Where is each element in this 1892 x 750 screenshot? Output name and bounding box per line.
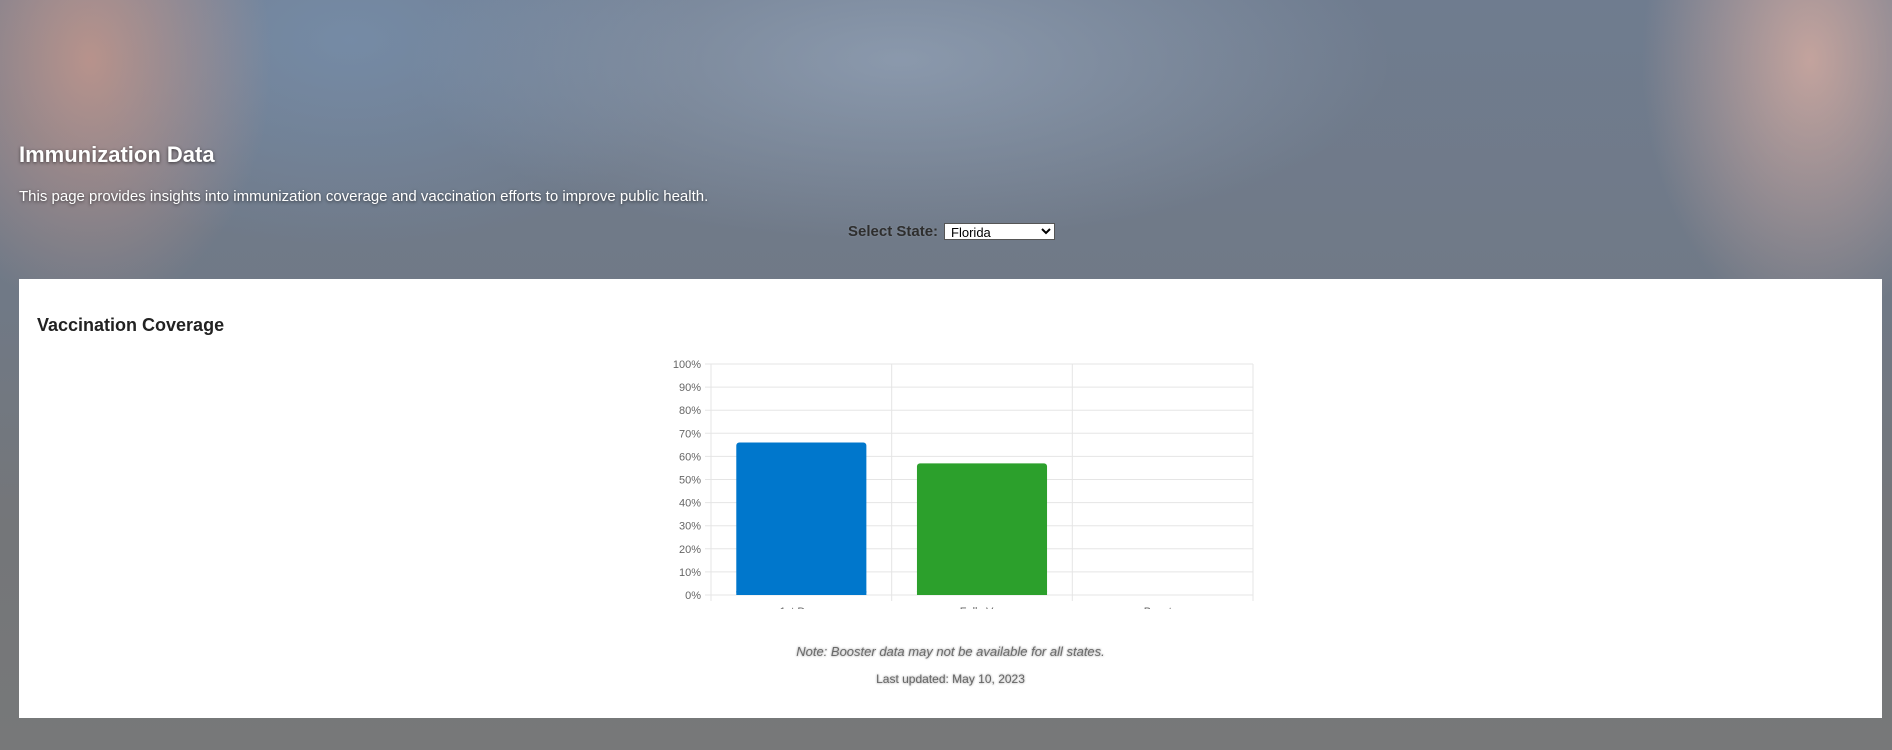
y-tick-label: 10% (679, 567, 701, 579)
y-tick-label: 0% (685, 590, 701, 602)
booster-note: Note: Booster data may not be available … (796, 644, 1105, 659)
page-title: Immunization Data (19, 142, 215, 167)
y-tick-label: 20% (679, 544, 701, 556)
y-tick-label: 50% (679, 475, 701, 487)
page-description: This page provides insights into immuniz… (19, 188, 709, 205)
bar-base (916, 591, 1048, 595)
card-title: Vaccination Coverage (37, 315, 225, 335)
bar-base (736, 591, 867, 595)
state-select[interactable]: Florida (944, 223, 1056, 240)
x-category-label: Fully Vax (960, 606, 1005, 609)
y-tick-label: 90% (679, 382, 701, 394)
page-background: Immunization Data This page provides ins… (0, 0, 1892, 750)
y-tick-label: 60% (679, 451, 701, 463)
x-category-label: 1st Dose (780, 606, 823, 609)
x-category-label: Booster (1144, 606, 1182, 609)
last-updated: Last updated: May 10, 2023 (876, 672, 1025, 686)
bar-1st-dose[interactable] (736, 442, 867, 595)
bar-fully-vax[interactable] (916, 463, 1048, 595)
vaccination-bar-chart: 0% 10% 20% 30% 40% 50% 60% 70% 80% 90% 100% 1st Dos… (673, 359, 1254, 609)
y-tick-label: 70% (679, 428, 701, 440)
vaccination-coverage-card: Vaccination Coverage 0% 10% 20% 30% 40% 50% 60… (19, 279, 1882, 718)
y-tick-label: 100% (673, 359, 701, 371)
y-tick-label: 30% (679, 521, 701, 533)
state-selector: Select State: Florida (848, 223, 1056, 240)
y-tick-label: 80% (679, 405, 701, 417)
state-select-label: Select State: (848, 223, 939, 240)
y-tick-label: 40% (679, 498, 701, 510)
